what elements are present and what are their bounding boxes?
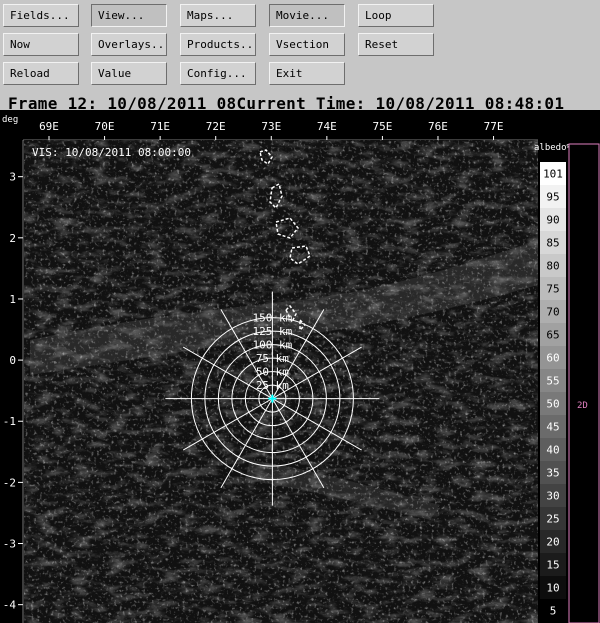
range-ring-label: 50 km xyxy=(256,366,289,379)
colorbar-label: 15 xyxy=(546,559,559,572)
colorbar-label: 25 xyxy=(546,513,559,526)
lon-tick-label: 74E xyxy=(317,120,337,133)
button-loop[interactable]: Loop xyxy=(358,4,434,27)
lat-tick-label: -3 xyxy=(3,538,16,551)
colorbar-label: 75 xyxy=(546,283,559,296)
lon-tick-label: 71E xyxy=(150,120,170,133)
colorbar-label: 40 xyxy=(546,444,559,457)
colorbar-label: 70 xyxy=(546,306,559,319)
colorbar-label: 30 xyxy=(546,490,559,503)
lon-tick-label: 72E xyxy=(206,120,226,133)
colorbar-label: 20 xyxy=(546,536,559,549)
colorbar-label: 95 xyxy=(546,191,559,204)
colorbar-label: 85 xyxy=(546,237,559,250)
field-time-label: VIS: 10/08/2011 08:00:00 xyxy=(32,146,191,159)
colorbar-label: 5 xyxy=(550,605,557,618)
toolbar: Fields... View... Maps... Movie... Loop Now Ov… xyxy=(0,0,600,90)
lat-tick-label: -2 xyxy=(3,476,16,489)
degree-unit-label: deg xyxy=(2,115,18,125)
colorbar-label: 60 xyxy=(546,352,559,365)
colorbar-label: 35 xyxy=(546,467,559,480)
cloud-imagery: 25 km50 km75 km100 km125 km150 km xyxy=(24,140,538,623)
lon-tick-label: 69E xyxy=(39,120,59,133)
lat-tick-label: 3 xyxy=(9,171,16,184)
lat-tick-label: 1 xyxy=(9,293,16,306)
height-label: 2D xyxy=(577,401,588,411)
range-ring-label: 75 km xyxy=(256,352,289,365)
button-reload[interactable]: Reload xyxy=(3,62,79,85)
lat-tick-label: 0 xyxy=(9,354,16,367)
range-ring-label: 125 km xyxy=(253,325,293,338)
button-now[interactable]: Now xyxy=(3,33,79,56)
map-display[interactable]: 25 km 50 km 75 km 100 km 125 km 150 km 69E 70E… xyxy=(0,110,600,623)
lat-tick-label: -4 xyxy=(3,599,17,612)
colorbar-label: 65 xyxy=(546,329,559,342)
button-vsection[interactable]: Vsection xyxy=(269,33,345,56)
range-ring-label: 150 km xyxy=(253,312,293,325)
range-ring-label: 25 km xyxy=(256,379,289,392)
lon-tick-label: 70E xyxy=(95,120,115,133)
lat-tick-label: 2 xyxy=(9,232,16,245)
button-products[interactable]: Products... xyxy=(180,33,256,56)
colorbar-label: 45 xyxy=(546,421,559,434)
button-value[interactable]: Value xyxy=(91,62,167,85)
colorbar-label: 10 xyxy=(546,582,559,595)
vertical-panel[interactable] xyxy=(568,143,600,623)
colorbar-label: 90 xyxy=(546,214,559,227)
colorbar-label: 101 xyxy=(543,168,563,181)
colorbar-label: 50 xyxy=(546,398,559,411)
button-reset[interactable]: Reset xyxy=(358,33,434,56)
button-maps[interactable]: Maps... xyxy=(180,4,256,27)
button-overlays[interactable]: Overlays... xyxy=(91,33,167,56)
colorbar-unit-label: albedo% xyxy=(534,143,573,153)
colorbar-label: 55 xyxy=(546,375,559,388)
lon-tick-label: 73E xyxy=(261,120,281,133)
button-movie[interactable]: Movie... xyxy=(269,4,345,27)
colorbar-label: 80 xyxy=(546,260,559,273)
lat-tick-label: -1 xyxy=(3,415,16,428)
lon-tick-label: 76E xyxy=(428,120,448,133)
button-view[interactable]: View... xyxy=(91,4,167,27)
satellite-map[interactable]: 25 km50 km75 km100 km125 km150 km 69E 70E… xyxy=(0,110,600,623)
button-exit[interactable]: Exit xyxy=(269,62,345,85)
lon-tick-label: 77E xyxy=(484,120,504,133)
button-config[interactable]: Config... xyxy=(180,62,256,85)
lon-tick-label: 75E xyxy=(372,120,392,133)
button-fields[interactable]: Fields... xyxy=(3,4,79,27)
range-ring-label: 100 km xyxy=(253,339,293,352)
albedo-colorbar: 101 95 90 85 80 75 70 65 60 55 50 45 40 35 30 25 20 15 10 5 xyxy=(540,162,566,622)
